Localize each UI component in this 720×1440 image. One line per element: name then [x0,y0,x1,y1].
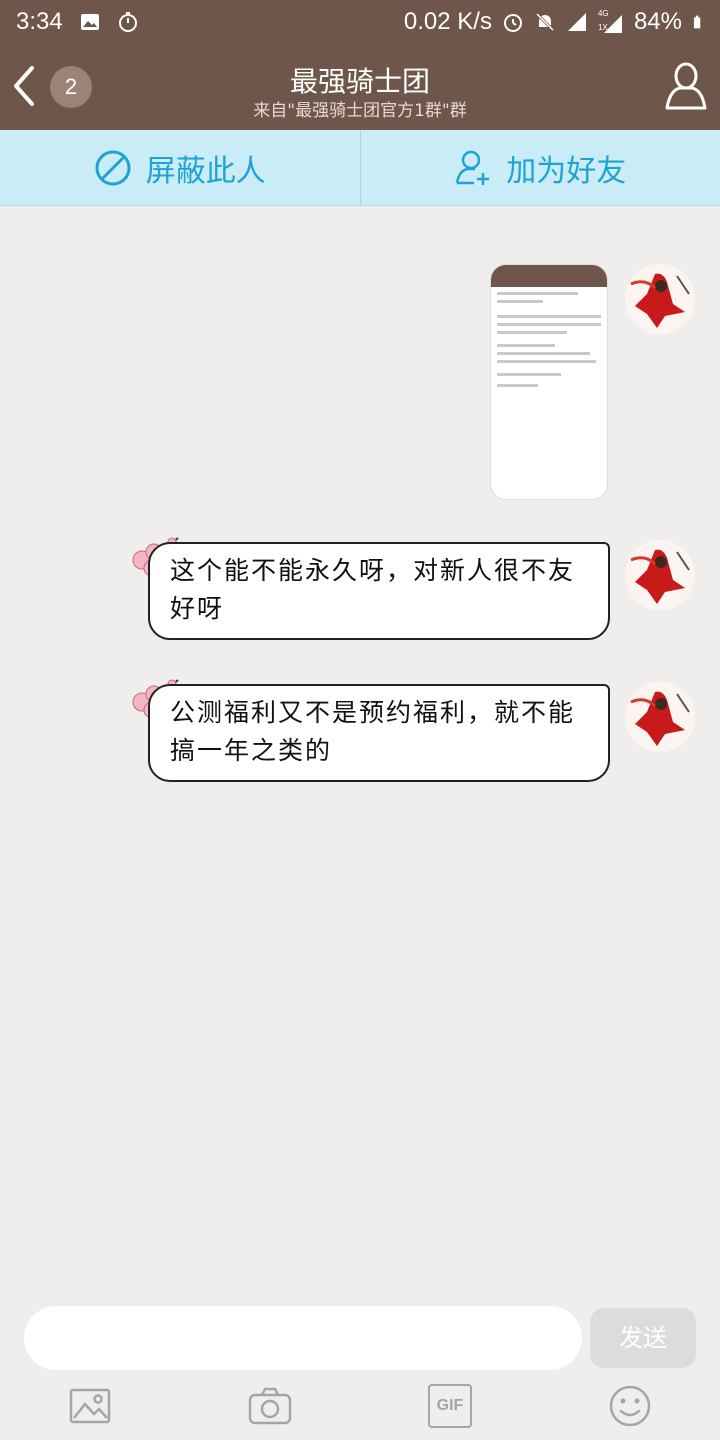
page-title: 最强骑士团 [289,65,430,98]
add-friend-button[interactable]: 加为好友 [359,130,720,205]
signal-icon [567,13,586,31]
member-action-bar: 屏蔽此人 加为好友 [0,130,720,206]
network-speed: 0.02 K/s [403,8,492,35]
emoji-icon[interactable] [608,1384,652,1428]
text-message[interactable]: 这个能不能永久呀，对新人很不友好呀 [148,542,610,640]
avatar[interactable] [625,682,695,752]
image-notification-icon [80,14,99,30]
status-time: 3:34 [16,8,63,35]
knight-avatar-icon [625,264,695,334]
knight-avatar-icon [625,682,695,752]
bell-muted-icon [535,12,555,32]
image-message[interactable] [490,264,608,500]
page-subtitle: 来自"最强骑士团官方1群"群 [253,101,467,121]
alarm-icon [503,14,522,32]
block-user-label: 屏蔽此人 [145,153,266,189]
composer-toolbar: GIF [0,1380,720,1440]
battery-percent: 84% [633,8,682,35]
gif-label: GIF [436,1397,464,1414]
text-message[interactable]: 公测福利又不是预约福利，就不能搞一年之类的 [148,684,610,782]
camera-icon[interactable] [248,1384,292,1428]
battery-icon [693,15,701,29]
screenshot-thumbnail [491,265,607,287]
stopwatch-icon [118,12,137,32]
message-input[interactable] [24,1306,582,1370]
knight-avatar-icon [625,540,695,610]
user-icon[interactable] [664,60,708,112]
avatar[interactable] [625,540,695,610]
gif-icon[interactable]: GIF [428,1384,472,1428]
add-user-icon [456,150,490,185]
send-button[interactable]: 发送 [590,1308,696,1368]
image-icon[interactable] [68,1384,112,1428]
block-user-button[interactable]: 屏蔽此人 [0,130,360,205]
avatar[interactable] [625,264,695,334]
status-bar: 3:34 0.02 K/s 4G 1X 84% [0,0,720,46]
signal-4g-icon: 4G 1X [598,9,624,35]
chat-header: 2 最强骑士团 来自"最强骑士团官方1群"群 [0,46,720,130]
block-icon [95,150,131,185]
add-friend-label: 加为好友 [506,153,627,189]
